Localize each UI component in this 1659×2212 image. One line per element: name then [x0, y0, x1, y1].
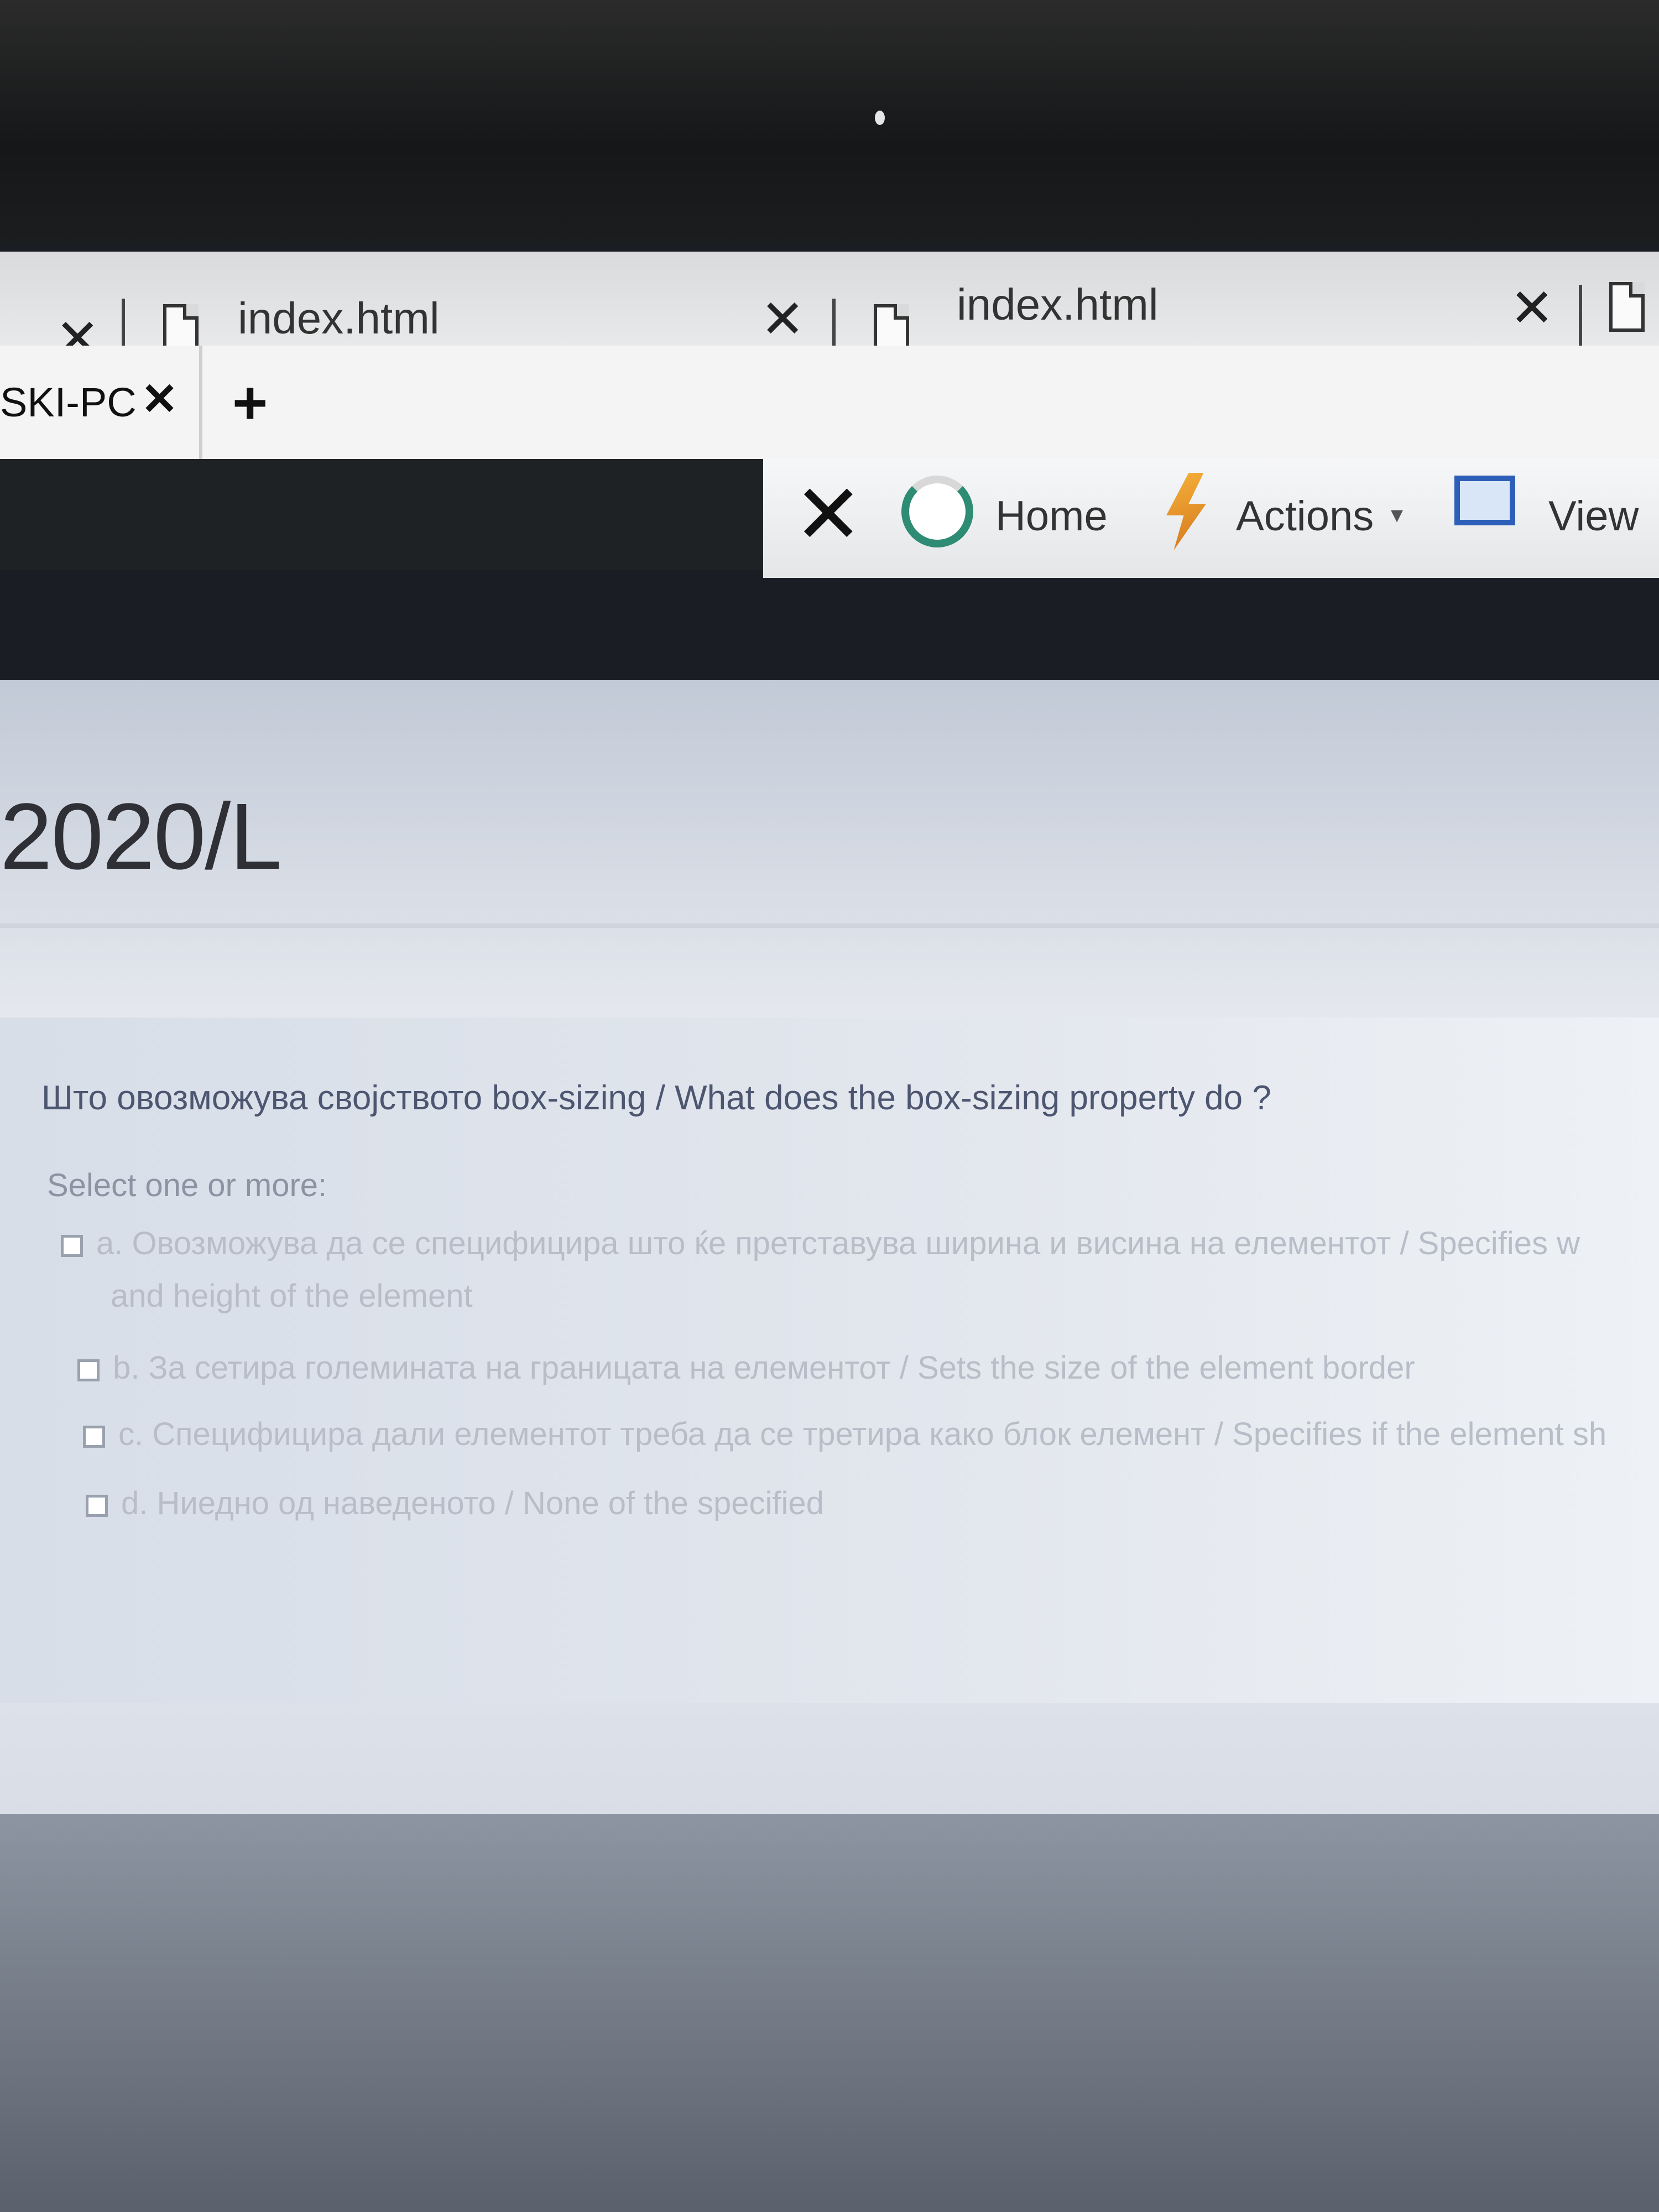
document-icon: [1609, 282, 1645, 332]
home-icon[interactable]: [901, 476, 973, 547]
session-tab-label: SKI-PC: [0, 379, 137, 425]
checkbox[interactable]: [77, 1359, 100, 1381]
session-tab-row: SKI-PC ✕ +: [0, 346, 1659, 459]
toolbar-background: [0, 459, 763, 570]
new-tab-button[interactable]: +: [232, 368, 268, 438]
page-title: 2020/L: [0, 784, 282, 889]
question-text: Што овозможува својството box-sizing / W…: [41, 1079, 1271, 1117]
quiz-page: 2020/L Што овозможува својството box-siz…: [0, 680, 1659, 1814]
session-tab[interactable]: SKI-PC ✕: [0, 346, 202, 459]
close-icon[interactable]: ✕: [1510, 282, 1554, 335]
webcam-light: [875, 111, 885, 125]
divider: [0, 924, 1659, 928]
answer-option-c[interactable]: c. Специфицира дали елементот треба да с…: [83, 1416, 1606, 1453]
remote-toolbar: ✕ Home Actions ▾ View: [763, 459, 1659, 578]
chevron-down-icon[interactable]: ▾: [1391, 500, 1403, 529]
answer-option-b[interactable]: b. За сетира големината на границата на …: [77, 1349, 1415, 1386]
select-hint: Select one or more:: [47, 1167, 327, 1203]
option-label: c. Специфицира дали елементот треба да с…: [118, 1416, 1607, 1452]
monitor-icon[interactable]: [1454, 476, 1515, 525]
checkbox[interactable]: [83, 1425, 105, 1448]
tab-separator: [1579, 285, 1582, 351]
browser-tab-strip: ✕ index.html ✕ index.html ✕: [0, 252, 1659, 366]
question-panel: Што овозможува својството box-sizing / W…: [0, 1018, 1659, 1703]
answer-option-a[interactable]: a. Овозможува да се специфицира што ќе п…: [61, 1225, 1580, 1262]
option-label-continuation: and height of the element: [111, 1278, 473, 1314]
close-icon[interactable]: ✕: [794, 473, 863, 556]
lightning-icon[interactable]: [1166, 473, 1206, 550]
close-icon[interactable]: ✕: [141, 373, 178, 425]
option-label: b. За сетира големината на границата на …: [113, 1350, 1415, 1386]
checkbox[interactable]: [86, 1494, 108, 1517]
monitor-bottom-frame: [0, 1814, 1659, 2212]
checkbox[interactable]: [61, 1234, 83, 1257]
monitor-bezel: [0, 0, 1659, 243]
tab-index-2[interactable]: index.html ✕: [832, 252, 1579, 365]
view-menu-button[interactable]: View: [1548, 492, 1639, 540]
actions-menu-button[interactable]: Actions: [1236, 492, 1374, 540]
tab-index-1[interactable]: index.html ✕: [122, 252, 841, 365]
tab-title: index.html: [238, 294, 440, 343]
home-button[interactable]: Home: [995, 492, 1108, 540]
option-label: d. Ниедно од наведеното / None of the sp…: [121, 1485, 824, 1521]
answer-option-d[interactable]: d. Ниедно од наведеното / None of the sp…: [86, 1485, 824, 1522]
close-icon[interactable]: ✕: [760, 293, 805, 346]
tab-title: index.html: [957, 280, 1159, 329]
tab-partial[interactable]: ✕: [0, 252, 122, 366]
option-label: a. Овозможува да се специфицира што ќе п…: [96, 1225, 1580, 1261]
tab-partial-right[interactable]: [1579, 252, 1659, 351]
